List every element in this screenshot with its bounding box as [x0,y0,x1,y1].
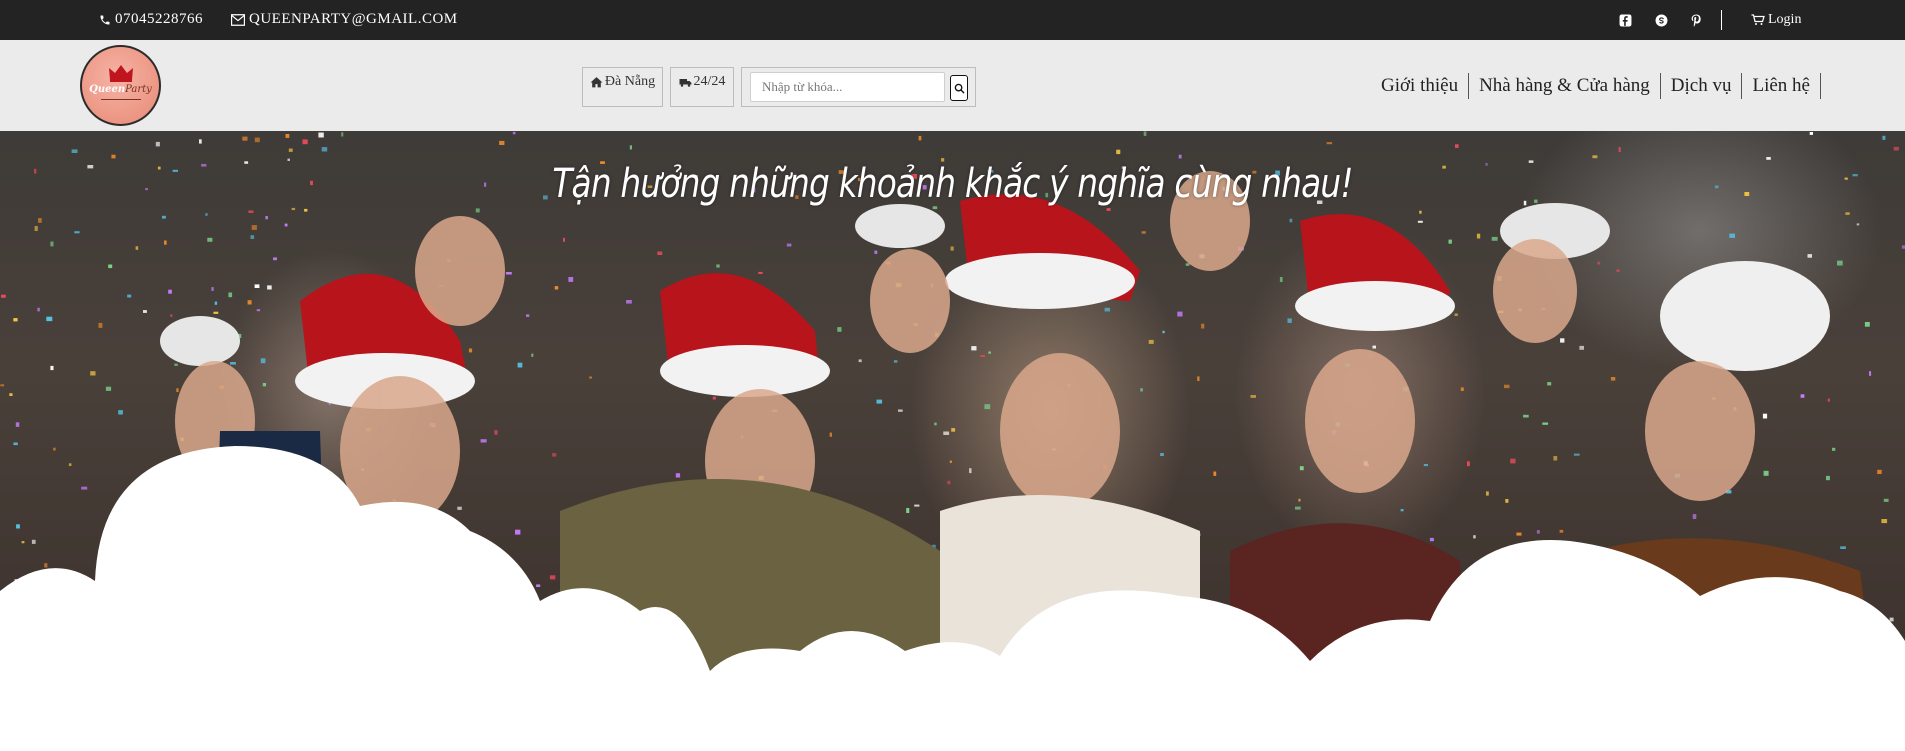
phone-contact[interactable]: 07045228766 [99,11,203,28]
cart-icon [1751,14,1765,25]
email-address: QUEENPARTY@GMAIL.COM [249,11,458,27]
hero-headline: Tận hưởng những khoảnh khắc ý nghĩa cùng… [552,161,1353,207]
nav-item-nha-hang-cua-hang[interactable]: Nhà hàng & Cửa hàng [1469,73,1661,99]
search-input[interactable] [750,72,945,102]
home-icon [590,77,603,88]
logo-wordmark: QueenParty [89,83,152,95]
location-label: Đà Nẵng [604,74,656,89]
pinterest-icon[interactable] [1688,12,1704,28]
truck-icon [679,79,692,87]
hero-banner: Tận hưởng những khoảnh khắc ý nghĩa cùng… [0,131,1905,731]
crown-icon [108,64,133,82]
nav-item-lien-he[interactable]: Liên hệ [1742,73,1821,99]
phone-number: 07045228766 [115,11,203,27]
topbar-divider [1721,10,1722,30]
search-form [741,67,976,107]
login-label: Login [1768,12,1802,27]
search-icon [954,83,965,94]
login-link[interactable]: Login [1751,12,1801,28]
delivery-hours-label: 24/24 [693,74,726,89]
phone-icon [100,15,110,24]
site-logo[interactable]: QueenParty [80,45,161,126]
facebook-icon[interactable] [1617,12,1633,28]
skype-icon[interactable] [1653,12,1669,28]
logo-tagline-line [100,98,141,100]
santa-hats [160,194,1830,409]
top-bar: 07045228766 QUEENPARTY@GMAIL.COM Login [0,0,1905,40]
main-header: QueenParty Đà Nẵng 24/24 Giới thiệu Nhà … [0,40,1905,131]
main-nav: Giới thiệu Nhà hàng & Cửa hàng Dịch vụ L… [1371,73,1821,99]
nav-item-dich-vu[interactable]: Dịch vụ [1661,73,1743,99]
delivery-hours-button[interactable]: 24/24 [670,67,734,107]
hero-party-image [0,131,1905,731]
email-contact[interactable]: QUEENPARTY@GMAIL.COM [231,11,458,28]
search-button[interactable] [950,75,968,101]
envelope-icon [231,13,245,26]
nav-item-gioi-thieu[interactable]: Giới thiệu [1371,73,1470,99]
location-button[interactable]: Đà Nẵng [582,67,663,107]
